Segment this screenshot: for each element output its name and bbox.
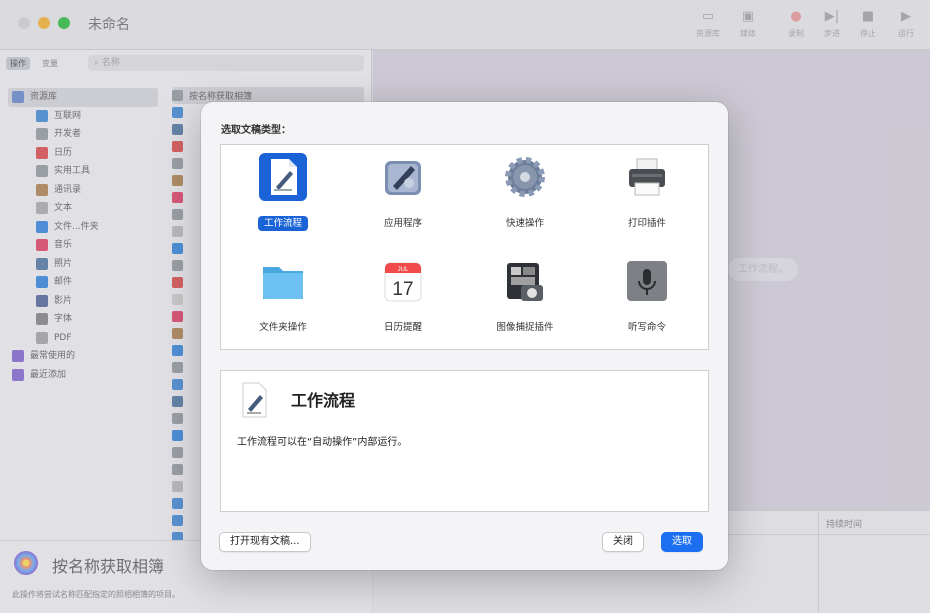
type-label: 打印插件 [627,218,666,229]
type-folder-action[interactable]: 文件夹操作 [223,253,343,343]
calendar-day: 17 [392,279,413,300]
type-application[interactable]: 应用程序 [343,149,463,239]
type-print-plugin[interactable]: 打印插件 [587,149,707,239]
calendar-icon: JUL 17 [384,262,422,302]
info-description: 工作流程可以在“自动操作”内部运行。 [237,437,408,448]
workflow-icon [242,382,267,418]
workflow-icon [259,153,307,201]
type-calendar-alarm[interactable]: JUL 17 日历提醒 [343,253,463,343]
choose-button[interactable]: 选取 [661,532,703,552]
microphone-icon [627,261,667,301]
close-button[interactable]: 关闭 [602,532,644,552]
image-capture-icon [507,263,543,301]
type-image-capture-plugin[interactable]: 图像捕捉插件 [465,253,585,343]
type-dictation-command[interactable]: 听写命令 [587,253,707,343]
open-existing-document-button[interactable]: 打开现有文稿... [219,532,311,552]
type-label: 文件夹操作 [259,322,307,333]
dialog-heading: 选取文稿类型： [221,125,291,136]
type-label: 图像捕捉插件 [496,322,554,333]
type-quick-action[interactable]: 快速操作 [465,149,585,239]
printer-icon [629,158,665,196]
type-label: 工作流程 [257,216,308,231]
type-label: 应用程序 [383,218,422,229]
folder-icon [263,267,303,299]
calendar-month: JUL [398,267,409,273]
application-icon [385,161,421,195]
type-label: 日历提醒 [383,322,422,333]
document-type-dialog: 选取文稿类型： 工作流程 应用程序 快速操作 打印插件 文件夹操作 JUL 17… [201,102,728,570]
quick-action-gear-icon [505,157,545,197]
type-label: 听写命令 [627,322,666,333]
info-title: 工作流程 [291,391,356,410]
type-workflow[interactable]: 工作流程 [223,149,343,239]
type-label: 快速操作 [505,218,544,229]
document-type-grid: 工作流程 应用程序 快速操作 打印插件 文件夹操作 JUL 17 日历提醒 图像… [220,144,709,350]
type-info-panel: 工作流程 工作流程可以在“自动操作”内部运行。 [220,370,709,512]
